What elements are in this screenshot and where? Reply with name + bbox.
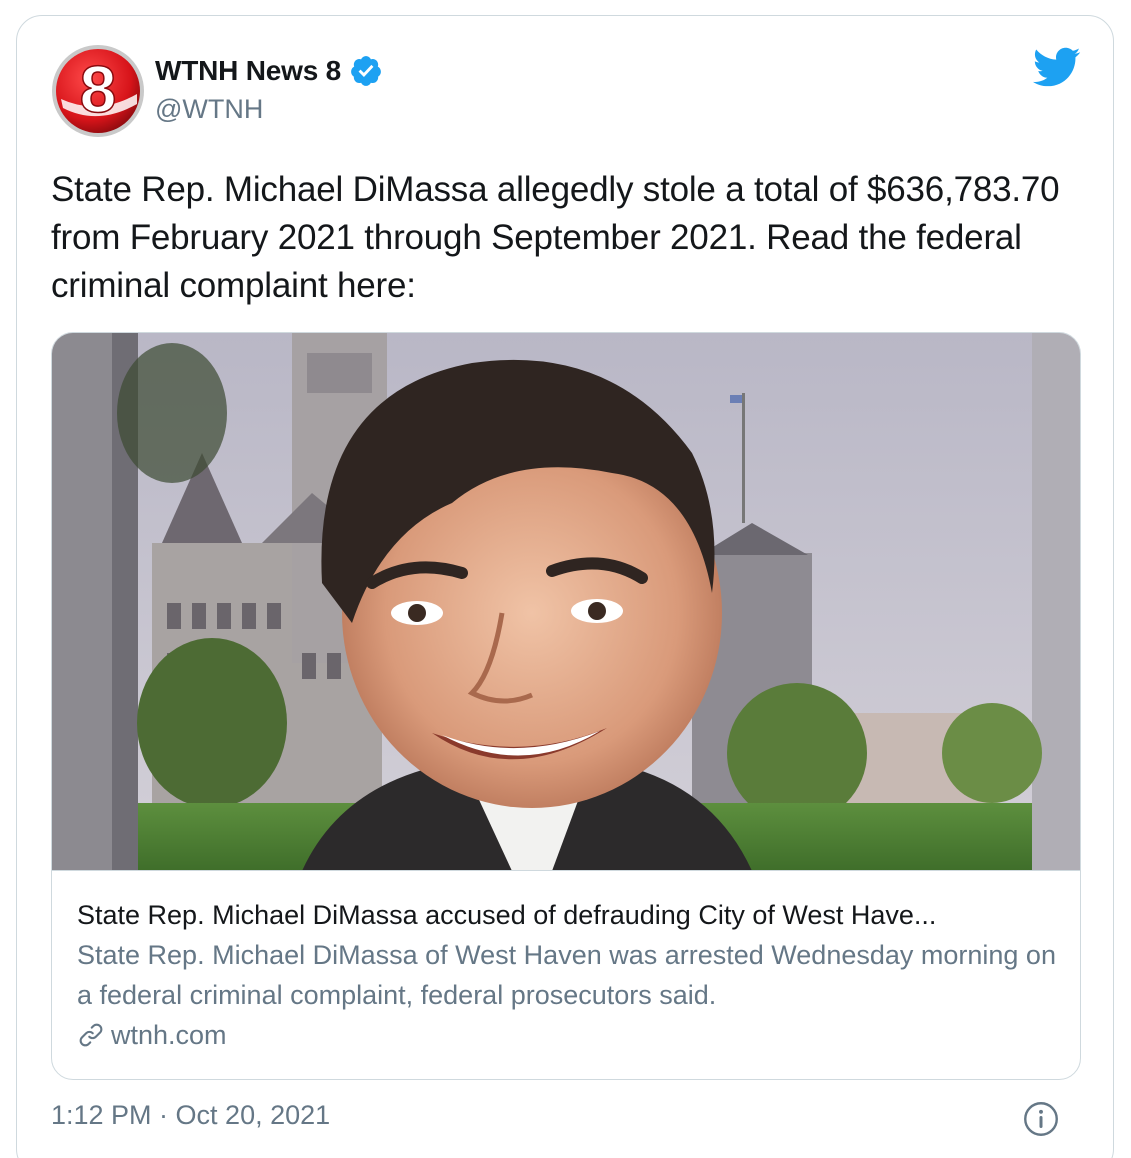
info-icon[interactable] [1023, 1101, 1059, 1137]
author-name[interactable]: WTNH News 8 [155, 55, 341, 87]
tweet-timestamp[interactable]: 1:12 PM · Oct 20, 2021 [51, 1100, 330, 1131]
tweet-card: 8 WTNH News 8 @WTNH State Rep. Michael D… [16, 15, 1114, 1158]
avatar-logo-text: 8 [80, 52, 117, 126]
link-card-description: State Rep. Michael DiMassa of West Haven… [77, 940, 1056, 1010]
link-card-domain-row: wtnh.com [77, 1015, 1057, 1055]
avatar[interactable]: 8 [51, 44, 145, 138]
channel-8-logo-icon: 8 [52, 45, 144, 137]
twitter-bird-icon[interactable] [1031, 46, 1081, 88]
link-card-text: State Rep. Michael DiMassa accused of de… [77, 895, 1057, 1055]
link-card-domain[interactable]: wtnh.com [111, 1020, 227, 1051]
link-preview-card[interactable]: State Rep. Michael DiMassa accused of de… [51, 332, 1081, 1080]
tweet-text: State Rep. Michael DiMassa allegedly sto… [51, 170, 1060, 305]
author-name-row: WTNH News 8 [155, 54, 383, 88]
link-card-title[interactable]: State Rep. Michael DiMassa accused of de… [77, 895, 1057, 935]
verified-badge-icon [351, 56, 381, 86]
link-icon [79, 1023, 103, 1047]
news-photo-icon [52, 333, 1080, 870]
author-handle[interactable]: @WTNH [155, 94, 383, 125]
author-info: WTNH News 8 @WTNH [155, 54, 383, 125]
link-card-image[interactable] [52, 333, 1080, 871]
